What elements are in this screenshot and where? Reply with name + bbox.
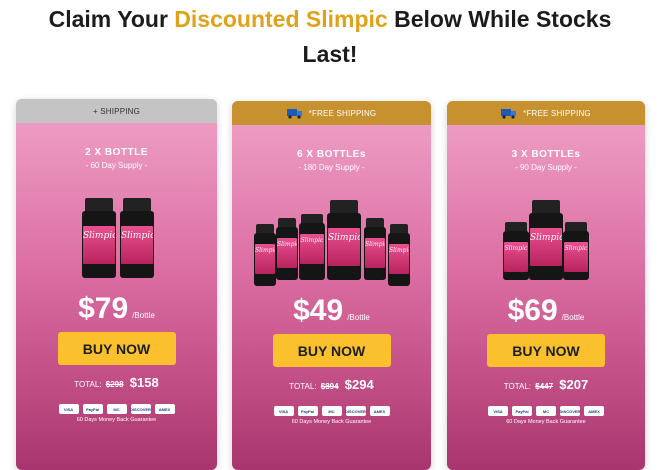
bottle-label: Slimpic <box>564 242 588 272</box>
shipping-banner: + SHIPPING <box>16 99 217 123</box>
old-total: $447 <box>535 382 554 391</box>
price-block: $79 /Bottle <box>16 292 217 326</box>
bottle-label: Slimpic <box>255 244 275 274</box>
payment-icons: VISA PayPal MC DISCOVER AMEX <box>232 406 431 416</box>
bottle-image: Slimpic <box>529 200 563 280</box>
bottle-image: Slimpic <box>120 198 154 278</box>
package-supply: - 90 Day Supply - <box>515 163 577 172</box>
package-card-2-bottles: + SHIPPING 2 X BOTTLE - 60 Day Supply - … <box>16 99 217 470</box>
bottle-label: Slimpic <box>277 238 297 268</box>
paypal-icon: PayPal <box>82 404 103 414</box>
amex-icon: AMEX <box>369 406 390 416</box>
visa-icon: VISA <box>273 406 294 416</box>
total-label: TOTAL: <box>503 382 532 391</box>
package-supply: - 60 Day Supply - <box>85 161 148 170</box>
package-supply: - 180 Day Supply - <box>298 163 365 172</box>
product-image: Slimpic Slimpic Slimpic <box>447 190 645 280</box>
bottle-label: Slimpic <box>121 226 153 264</box>
bottle-image: Slimpic <box>254 224 276 286</box>
price-block: $69 /Bottle <box>447 294 645 328</box>
discover-icon: DISCOVER <box>130 404 151 414</box>
new-total: $207 <box>559 377 589 392</box>
bottle-label: Slimpic <box>389 244 409 274</box>
price-per-bottle: $49 <box>293 294 344 327</box>
bottle-label: Slimpic <box>300 234 324 264</box>
bottle-label: Slimpic <box>530 228 562 266</box>
headline-text-2: Below While Stocks <box>387 6 612 32</box>
shipping-label: + SHIPPING <box>92 106 141 116</box>
shipping-banner: *FREE SHIPPING <box>447 101 645 125</box>
bottle-image: Slimpic <box>388 224 410 286</box>
amex-icon: AMEX <box>154 404 175 414</box>
bottle-label: Slimpic <box>83 226 115 264</box>
payment-icons: VISA PayPal MC DISCOVER AMEX <box>16 404 217 414</box>
headline-text-3: Last! <box>302 41 358 67</box>
bottle-image: Slimpic <box>563 222 589 280</box>
mastercard-icon: MC <box>536 406 556 416</box>
bottle-label: Slimpic <box>504 242 528 272</box>
package-card-6-bottles: *FREE SHIPPING 6 X BOTTLEs - 180 Day Sup… <box>232 101 431 470</box>
headline-highlight: Discounted Slimpic <box>174 6 388 32</box>
old-total: $298 <box>105 380 124 389</box>
price-per-bottle: $79 <box>78 292 129 325</box>
new-total: $158 <box>129 375 159 390</box>
bottle-image: Slimpic <box>327 200 361 280</box>
price-unit: /Bottle <box>561 313 585 322</box>
buy-now-button[interactable]: BUY NOW <box>272 334 391 367</box>
truck-icon <box>501 108 517 119</box>
package-title: 2 X BOTTLE <box>85 147 148 158</box>
package-title: 3 X BOTTLEs <box>511 149 581 160</box>
visa-icon: VISA <box>58 404 79 414</box>
mastercard-icon: MC <box>106 404 127 414</box>
bottle-image: Slimpic <box>299 214 325 280</box>
package-card-3-bottles: *FREE SHIPPING 3 X BOTTLEs - 90 Day Supp… <box>447 101 645 470</box>
guarantee-text: 60 Days Money Back Guarantee <box>506 419 586 425</box>
visa-icon: VISA <box>488 406 508 416</box>
product-image: Slimpic Slimpic Slimpic Slimpic Slimpic … <box>232 190 431 286</box>
bottle-image: Slimpic <box>276 218 298 280</box>
new-total: $294 <box>344 377 374 392</box>
package-title: 6 X BOTTLEs <box>297 149 366 160</box>
payment-icons: VISA PayPal MC DISCOVER AMEX <box>447 406 645 416</box>
mastercard-icon: MC <box>321 406 342 416</box>
old-total: $894 <box>320 382 339 391</box>
bottle-image: Slimpic <box>364 218 386 280</box>
shipping-banner: *FREE SHIPPING <box>232 101 431 125</box>
discover-icon: DISCOVER <box>560 406 580 416</box>
bottle-image: Slimpic <box>82 198 116 278</box>
bottle-label: Slimpic <box>328 228 360 266</box>
buy-now-button[interactable]: BUY NOW <box>487 334 605 367</box>
guarantee-text: 60 Days Money Back Guarantee <box>291 419 372 425</box>
bottle-image: Slimpic <box>503 222 529 280</box>
headline-text-1: Claim Your <box>48 6 175 32</box>
discover-icon: DISCOVER <box>345 406 366 416</box>
page-headline: Claim Your Discounted Slimpic Below Whil… <box>0 2 660 72</box>
total-price: TOTAL: $298 $158 <box>16 375 217 390</box>
amex-icon: AMEX <box>584 406 604 416</box>
paypal-icon: PayPal <box>297 406 318 416</box>
total-label: TOTAL: <box>74 380 102 389</box>
total-price: TOTAL: $447 $207 <box>447 377 645 392</box>
price-block: $49 /Bottle <box>232 294 431 328</box>
bottle-label: Slimpic <box>365 238 385 268</box>
total-price: TOTAL: $894 $294 <box>232 377 431 392</box>
product-image: Slimpic Slimpic <box>16 188 217 278</box>
total-label: TOTAL: <box>289 382 317 391</box>
shipping-label: *FREE SHIPPING <box>523 108 591 118</box>
truck-icon <box>286 108 302 119</box>
shipping-label: *FREE SHIPPING <box>308 108 377 118</box>
paypal-icon: PayPal <box>512 406 532 416</box>
price-unit: /Bottle <box>132 311 155 320</box>
guarantee-text: 60 Days Money Back Guarantee <box>76 417 157 423</box>
price-per-bottle: $69 <box>507 294 558 327</box>
price-unit: /Bottle <box>347 313 370 322</box>
buy-now-button[interactable]: BUY NOW <box>57 332 176 365</box>
